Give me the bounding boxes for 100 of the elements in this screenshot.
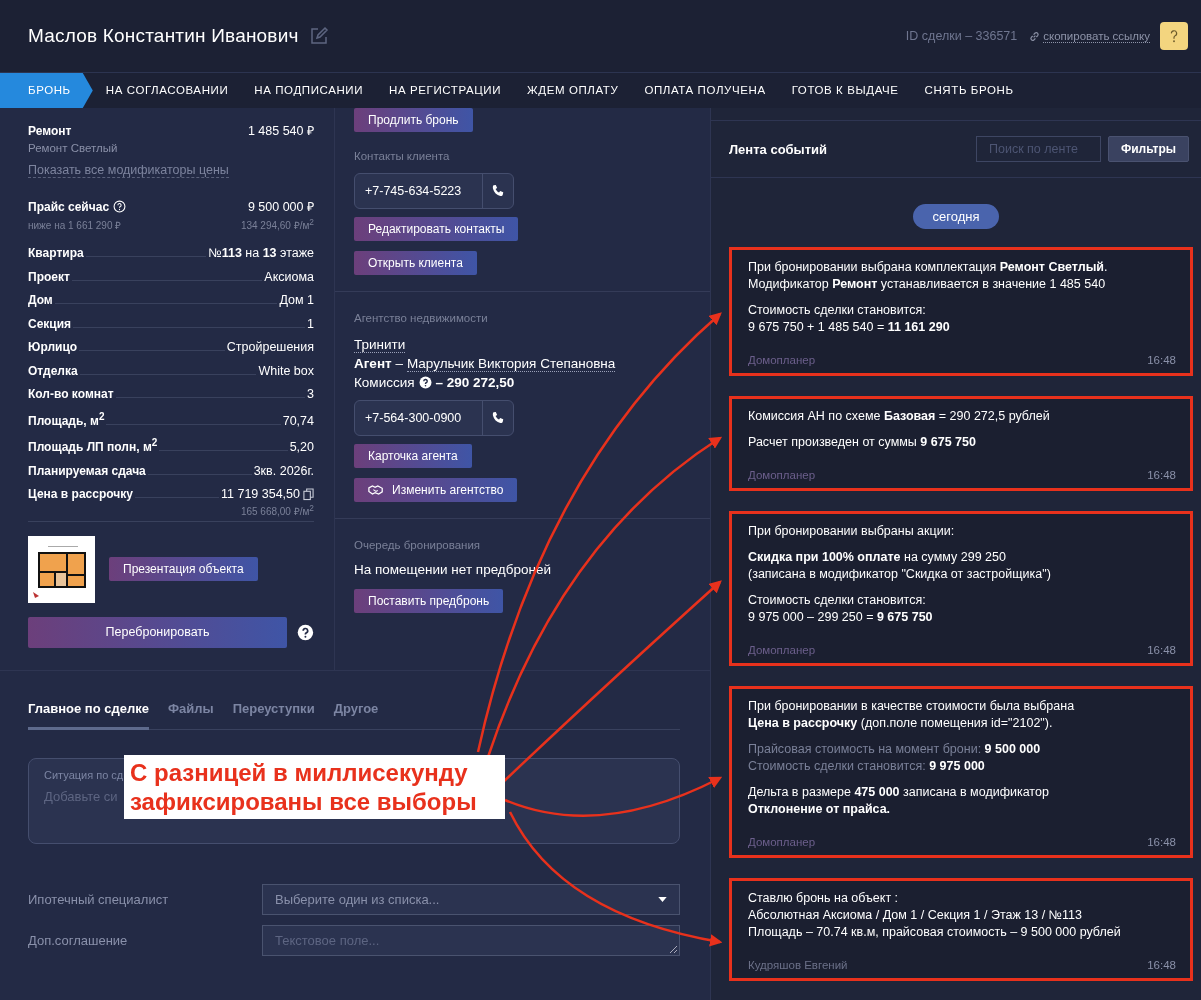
presentation-button[interactable]: Презентация объекта	[109, 557, 258, 582]
commission-value: – 290 272,50	[435, 375, 515, 390]
phone-icon	[491, 184, 505, 198]
event-text: При бронировании выбраны акции:	[748, 523, 956, 540]
prebook-button[interactable]: Поставить предбронь	[354, 589, 504, 613]
property-value: Дом 1	[279, 293, 314, 308]
stage-tab[interactable]: ЖДЕМ ОПЛАТУ	[514, 73, 632, 108]
deal-id: ID сделки – 336571	[905, 29, 1018, 43]
event-text: Комиссия АН по схеме Базовая = 290 272,5 рублей	[748, 408, 1051, 425]
price-per-meter: 134 294,60 ₽/м$^{2}$	[240, 217, 314, 233]
phone-icon	[491, 411, 505, 425]
phone-field[interactable]: +7-564-300-0900	[354, 400, 514, 436]
property-label: Планируемая сдача	[28, 463, 146, 478]
event-text: Стоимость сделки становится: 9 975 000 – 299 250 = 9 675 750	[748, 592, 934, 626]
change-agency-button[interactable]: Изменить агентство	[354, 478, 518, 502]
agency-name-link[interactable]: Тринити	[354, 336, 406, 353]
event-text: Ставлю бронь на объект : Абсолютная Аксиома / Дом 1 / Секция 1 / Этаж 13 / №113 Площадь – 70.74 кв.м, прайсовая стоимость – 9 500 000 рублей	[748, 890, 1122, 941]
help-icon[interactable]	[297, 623, 314, 641]
filters-button[interactable]: Фильтры	[1107, 136, 1189, 162]
date-badge: сегодня	[912, 204, 1000, 229]
event-text: Расчет произведен от суммы 9 675 750	[748, 434, 977, 451]
search-field[interactable]: Поиск по ленте	[975, 136, 1101, 162]
client-name: Маслов Константин Иванович	[28, 25, 299, 47]
help-icon[interactable]	[113, 200, 127, 213]
help-button[interactable]	[1160, 22, 1188, 50]
event-text: Прайсовая стоимость на момент брони: 9 500 000 Стоимость сделки становится: 9 975 000	[748, 741, 1042, 775]
property-value: White box	[258, 363, 314, 378]
agent-name-link[interactable]: Марульчик Виктория Степановна	[406, 355, 616, 372]
help-icon[interactable]	[418, 376, 432, 389]
property-value: 1	[307, 316, 314, 331]
event-text: При бронировании выбрана комплектация Ремонт Светлый. Модификатор Ремонт устанавливается в значение 1 485 540	[748, 259, 1109, 293]
agent-label: Агент –	[354, 356, 403, 371]
handshake-icon	[368, 484, 384, 496]
event-author: Кудряшов Евгений	[748, 959, 848, 971]
agent-card-button[interactable]: Карточка агента	[354, 444, 472, 468]
event-time: 16:48	[1147, 836, 1176, 848]
event-text: При бронировании в качестве стоимости была выбрана Цена в рассрочку (доп.поле помещения id="2102").	[748, 698, 1076, 732]
extend-booking-button[interactable]: Продлить бронь	[354, 108, 473, 132]
field-label: Доп.соглашение	[28, 933, 129, 948]
event-time: 16:48	[1147, 959, 1176, 971]
price-difference: ниже на 1 661 290 ₽	[28, 219, 122, 233]
resize-grip-icon[interactable]	[669, 945, 677, 953]
phone-number: +7-564-300-0900	[364, 410, 463, 427]
stage-tab[interactable]: НА ПОДПИСАНИИ	[241, 73, 377, 108]
deal-tab[interactable]: Файлы	[167, 701, 214, 729]
deal-tab[interactable]: Главное по сделке	[28, 701, 149, 730]
modifier-name: Ремонт Светлый	[28, 142, 119, 154]
property-value: 3	[307, 387, 314, 402]
property-label: Дом	[28, 293, 53, 308]
link-icon	[1029, 30, 1041, 42]
stage-tab[interactable]: НА СОГЛАСОВАНИИ	[92, 73, 242, 108]
field-label: Ситуация по сд	[44, 769, 124, 781]
copy-icon[interactable]	[303, 487, 314, 501]
callout-tooltip: С разницей в миллисекунду зафиксированы все выборы	[124, 755, 505, 819]
property-value: Аксиома	[264, 269, 314, 284]
event-text: Дельта в размере 475 000 записана в модификатор Отклонение от прайса.	[748, 784, 1050, 818]
price-per-meter: 165 668,00 ₽/м$^{2}$	[240, 503, 314, 519]
show-modifiers-link[interactable]: Показать все модификаторы цены	[28, 163, 229, 178]
event-author: Домопланер	[748, 354, 816, 366]
event-author: Домопланер	[748, 469, 816, 481]
select-field[interactable]: Выберите один из списка...	[262, 884, 680, 915]
property-label: Проект	[28, 269, 70, 284]
rebook-button[interactable]: Перебронировать	[28, 616, 288, 648]
property-label: Площадь ЛП полн, м$^{2}$	[28, 437, 158, 455]
stage-tab[interactable]: СНЯТЬ БРОНЬ	[911, 73, 1027, 108]
property-value: №113 на 13 этаже	[208, 246, 314, 261]
field-label: Ипотечный специалист	[28, 892, 170, 907]
feed-title: Лента событий	[729, 141, 828, 157]
price-value: 9 500 000 ₽	[247, 199, 314, 215]
section-title: Агентство недвижимости	[354, 312, 488, 324]
property-label: Кол-во комнат	[28, 387, 114, 402]
price-label: Прайс сейчас	[28, 200, 110, 214]
property-value: 11 719 354,50	[221, 487, 300, 502]
commission-label: Комиссия	[354, 375, 415, 390]
deal-tab[interactable]: Другое	[333, 701, 379, 729]
stage-tab[interactable]: ГОТОВ К ВЫДАЧЕ	[778, 73, 912, 108]
deal-tab[interactable]: Переуступки	[232, 701, 315, 729]
contact-button[interactable]: Открыть клиента	[354, 251, 477, 275]
edit-icon[interactable]	[308, 26, 329, 46]
phone-number: +7-745-634-5223	[364, 183, 463, 200]
event-time: 16:48	[1147, 354, 1176, 366]
section-title: Контакты клиента	[354, 150, 450, 162]
property-value: 5,20	[289, 440, 314, 455]
stage-tab[interactable]: НА РЕГИСТРАЦИИ	[376, 73, 515, 108]
modifier-label: Ремонт	[28, 124, 72, 138]
event-author: Домопланер	[748, 836, 816, 848]
stage-tab[interactable]: ОПЛАТА ПОЛУЧЕНА	[631, 73, 779, 108]
section-title: Очередь бронирования	[354, 539, 481, 551]
contact-button[interactable]: Редактировать контакты	[354, 217, 519, 241]
property-value: 70,74	[282, 413, 314, 428]
event-time: 16:48	[1147, 644, 1176, 656]
stage-tab[interactable]: БРОНЬ	[0, 73, 93, 108]
property-label: Площадь, м$^{2}$	[28, 410, 105, 428]
phone-field[interactable]: +7-745-634-5223	[354, 173, 514, 209]
property-label: Цена в рассрочку	[28, 487, 133, 502]
event-time: 16:48	[1147, 469, 1176, 481]
event-text: Скидка при 100% оплате на сумму 299 250 (записана в модификатор "Скидка от застройщика")	[748, 549, 1052, 583]
event-text: Стоимость сделки становится: 9 675 750 + 1 485 540 = 11 161 290	[748, 302, 951, 336]
copy-link[interactable]: скопировать ссылку	[1043, 29, 1150, 43]
property-label: Квартира	[28, 246, 84, 261]
